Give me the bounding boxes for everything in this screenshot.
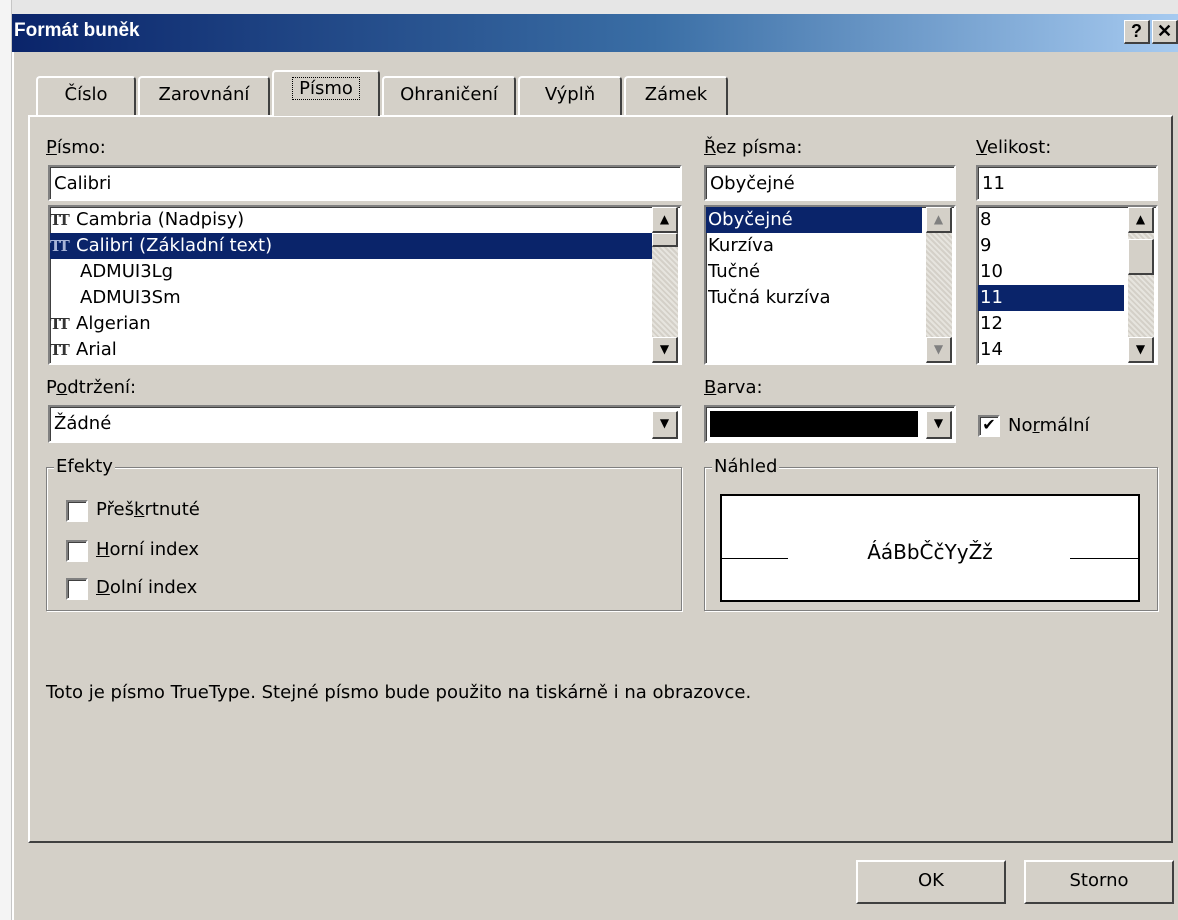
tab-vypln[interactable]: Výplň — [518, 76, 622, 116]
font-style-item[interactable]: Tučné — [706, 259, 922, 285]
subscript-label: Dolní index — [96, 577, 198, 598]
strikethrough-label-access-key: k — [134, 499, 145, 520]
font-list-item[interactable]: ADMUI3Sm — [50, 285, 652, 311]
dialog-title: Formát buněk — [14, 20, 140, 41]
font-list-item-text: Calibri (Základní text) — [76, 235, 273, 256]
color-label-access-key: B — [704, 377, 717, 398]
chevron-down-icon[interactable]: ▼ — [652, 411, 678, 439]
font-size-item[interactable]: 14 — [978, 337, 1124, 363]
preview-sample-text: ÁáBbČčYyŽž — [867, 540, 993, 564]
scroll-up-arrow-icon[interactable]: ▲ — [652, 207, 678, 233]
tab-panel-pismo: Písmo: Calibri TT Cambria (Nadpisy) TT Cal… — [28, 115, 1173, 843]
truetype-icon: TT — [50, 341, 70, 359]
font-label-access-key: P — [46, 137, 57, 158]
font-size-list[interactable]: 8 9 10 11 12 14 ▲ ▼ — [976, 205, 1158, 365]
tab-zamek[interactable]: Zámek — [624, 76, 728, 116]
font-style-item[interactable]: Kurzíva — [706, 233, 922, 259]
scroll-up-arrow-icon[interactable]: ▲ — [926, 207, 952, 233]
effects-group-title: Efekty — [54, 456, 115, 477]
font-name-input[interactable]: Calibri — [48, 165, 682, 201]
font-list-item[interactable]: ADMUI3Lg — [50, 259, 652, 285]
scroll-down-arrow-icon[interactable]: ▼ — [1128, 337, 1154, 363]
font-list-item-text: ADMUI3Sm — [80, 287, 181, 308]
tab-ohraniceni[interactable]: Ohraničení — [382, 76, 516, 116]
tab-cislo[interactable]: Číslo — [36, 76, 136, 116]
font-list-item[interactable]: TT Cambria (Nadpisy) — [50, 207, 652, 233]
style-label: Řez písma: — [704, 137, 803, 158]
font-name-value: Calibri — [54, 173, 112, 194]
font-size-item[interactable]: 8 — [978, 207, 1124, 233]
underline-label: Podtržení: — [46, 377, 137, 398]
scroll-down-arrow-icon[interactable]: ▼ — [652, 337, 678, 363]
font-size-input[interactable]: 11 — [976, 165, 1158, 201]
close-button[interactable]: ✕ — [1152, 20, 1178, 44]
font-list-item[interactable]: TT Arial — [50, 337, 652, 363]
color-dropdown[interactable]: ▼ — [704, 405, 956, 443]
strikethrough-label: Přeškrtnuté — [96, 499, 200, 520]
preview-group-title: Náhled — [712, 456, 780, 477]
font-style-item[interactable]: Tučná kurzíva — [706, 285, 922, 311]
preview-box: ÁáBbČčYyŽž — [720, 494, 1140, 602]
font-size-item[interactable]: 10 — [978, 259, 1124, 285]
font-list-item[interactable]: TT Algerian — [50, 311, 652, 337]
font-list-item-text: ADMUI3Lg — [80, 261, 174, 282]
normal-font-checkbox[interactable]: ✔ — [978, 415, 1000, 437]
help-button[interactable]: ? — [1124, 20, 1150, 44]
color-label: Barva: — [704, 377, 763, 398]
scroll-up-arrow-icon[interactable]: ▲ — [1128, 207, 1154, 233]
background-strip-top — [0, 0, 1178, 14]
tab-pismo-label: Písmo — [292, 77, 360, 100]
font-size-item-selected[interactable]: 11 — [978, 285, 1124, 311]
truetype-icon: TT — [50, 237, 70, 255]
font-label: Písmo: — [46, 137, 106, 158]
cancel-button[interactable]: Storno — [1024, 860, 1174, 904]
size-label: Velikost: — [976, 137, 1052, 158]
normal-font-label: Normální — [1008, 415, 1090, 436]
font-style-value: Obyčejné — [710, 173, 795, 194]
font-list-item-text: Algerian — [76, 313, 151, 334]
strikethrough-checkbox[interactable] — [66, 500, 88, 522]
font-list-scrollbar[interactable]: ▲ ▼ — [652, 207, 678, 363]
tab-pismo[interactable]: Písmo — [272, 70, 380, 116]
superscript-label: Horní index — [96, 539, 200, 560]
style-label-access-key: Ř — [704, 137, 716, 158]
title-bar[interactable]: Formát buněk ? ✕ — [12, 14, 1178, 52]
underline-label-access-key: o — [56, 377, 68, 398]
font-style-scrollbar[interactable]: ▲ ▼ — [926, 207, 952, 363]
truetype-info-text: Toto je písmo TrueType. Stejné písmo bud… — [46, 682, 752, 703]
scroll-thumb[interactable] — [652, 233, 678, 247]
normal-font-label-access-key: r — [1032, 415, 1040, 436]
font-list-item-text: Arial — [76, 339, 117, 360]
font-list[interactable]: TT Cambria (Nadpisy) TT Calibri (Základní … — [48, 205, 682, 365]
truetype-icon: TT — [50, 315, 70, 333]
font-list-item-selected[interactable]: TT Calibri (Základní text) — [50, 233, 652, 259]
scroll-down-arrow-icon[interactable]: ▼ — [926, 337, 952, 363]
font-list-items: TT Cambria (Nadpisy) TT Calibri (Základní … — [50, 207, 652, 363]
subscript-label-access-key: D — [96, 577, 110, 598]
ok-button[interactable]: OK — [856, 860, 1006, 904]
chevron-down-icon[interactable]: ▼ — [926, 411, 952, 439]
tab-zarovnani[interactable]: Zarovnání — [138, 76, 270, 116]
superscript-checkbox[interactable] — [66, 540, 88, 562]
truetype-icon: TT — [50, 211, 70, 229]
font-style-list[interactable]: Obyčejné Kurzíva Tučné Tučná kurzíva ▲ ▼ — [704, 205, 956, 365]
font-style-input[interactable]: Obyčejné — [704, 165, 956, 201]
font-size-scrollbar[interactable]: ▲ ▼ — [1128, 207, 1154, 363]
size-label-access-key: V — [976, 137, 987, 158]
font-size-value: 11 — [982, 173, 1005, 194]
underline-dropdown[interactable]: Žádné ▼ — [48, 405, 682, 443]
font-size-item[interactable]: 12 — [978, 311, 1124, 337]
superscript-label-access-key: H — [96, 539, 110, 560]
color-swatch — [710, 411, 918, 437]
scroll-thumb[interactable] — [1128, 239, 1154, 275]
background-strip-left — [0, 0, 12, 920]
subscript-checkbox[interactable] — [66, 578, 88, 600]
underline-value: Žádné — [54, 413, 112, 434]
font-size-item[interactable]: 9 — [978, 233, 1124, 259]
font-list-item-text: Cambria (Nadpisy) — [76, 209, 245, 230]
font-style-item-selected[interactable]: Obyčejné — [706, 207, 922, 233]
